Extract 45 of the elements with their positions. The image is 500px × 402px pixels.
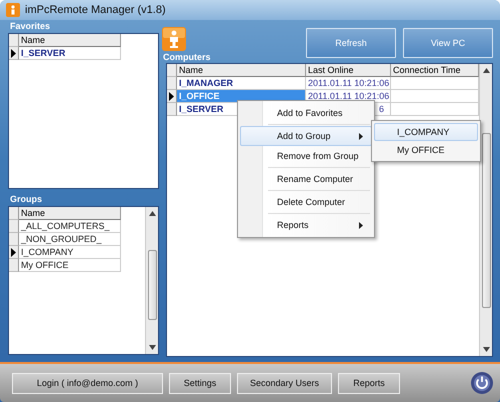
column-header[interactable]: Connection Time	[391, 64, 479, 77]
footer-button[interactable]: Reports	[338, 372, 400, 394]
section-title: Favorites	[9, 20, 52, 33]
row-indicator[interactable]	[9, 47, 19, 60]
footer-button[interactable]: Login ( info@demo.com )	[12, 372, 163, 394]
menu-item[interactable]: Reports	[240, 215, 372, 235]
group-name[interactable]: My OFFICE	[19, 259, 121, 272]
computer-name[interactable]: I_SERVER	[19, 47, 121, 60]
menu-item[interactable]: Add to Group	[240, 126, 372, 146]
scroll-thumb[interactable]	[482, 133, 490, 308]
group-name[interactable]: _ALL_COMPUTERS_	[19, 220, 121, 234]
menu-item[interactable]: Rename Computer	[240, 169, 372, 189]
menu-item[interactable]: Remove from Group	[240, 146, 372, 166]
menu-item[interactable]: My OFFICE	[374, 141, 478, 159]
column-header[interactable]: Name	[177, 64, 306, 77]
scroll-thumb[interactable]	[148, 250, 156, 320]
column-header[interactable]: Name	[19, 207, 121, 220]
power-icon[interactable]	[471, 372, 493, 394]
footer-button[interactable]: Secondary Users	[237, 372, 332, 394]
footer-button[interactable]: Settings	[169, 372, 231, 394]
column-header[interactable]: Last Online	[306, 64, 391, 77]
last-online-cell: 2011.01.11 10:21:06	[306, 77, 391, 90]
corner-cell	[9, 34, 19, 47]
row-indicator[interactable]	[167, 90, 177, 103]
menu-item[interactable]: I_COMPANY	[374, 123, 478, 141]
scroll-down-icon[interactable]	[482, 347, 490, 352]
info-icon	[162, 27, 186, 51]
section-title: Groups	[9, 193, 44, 206]
corner-cell	[167, 64, 177, 77]
scroll-up-icon[interactable]	[482, 68, 490, 73]
group-name[interactable]: I_COMPANY	[19, 246, 121, 260]
section-title: Computers	[162, 51, 212, 63]
menu-item[interactable]: Delete Computer	[240, 192, 372, 212]
scrollbar[interactable]	[145, 207, 158, 354]
group-name[interactable]: _NON_GROUPED_	[19, 233, 121, 246]
column-header[interactable]: Name	[19, 34, 121, 47]
row-indicator[interactable]	[9, 246, 19, 260]
scrollbar[interactable]	[479, 64, 492, 356]
submenu-arrow-icon	[359, 222, 363, 228]
submenu-arrow-icon	[359, 132, 363, 140]
corner-cell	[9, 207, 19, 220]
scroll-down-icon[interactable]	[148, 345, 156, 350]
app-icon	[6, 3, 20, 17]
scroll-up-icon[interactable]	[148, 211, 156, 216]
window-title: imPcRemote Manager (v1.8)	[25, 4, 166, 16]
